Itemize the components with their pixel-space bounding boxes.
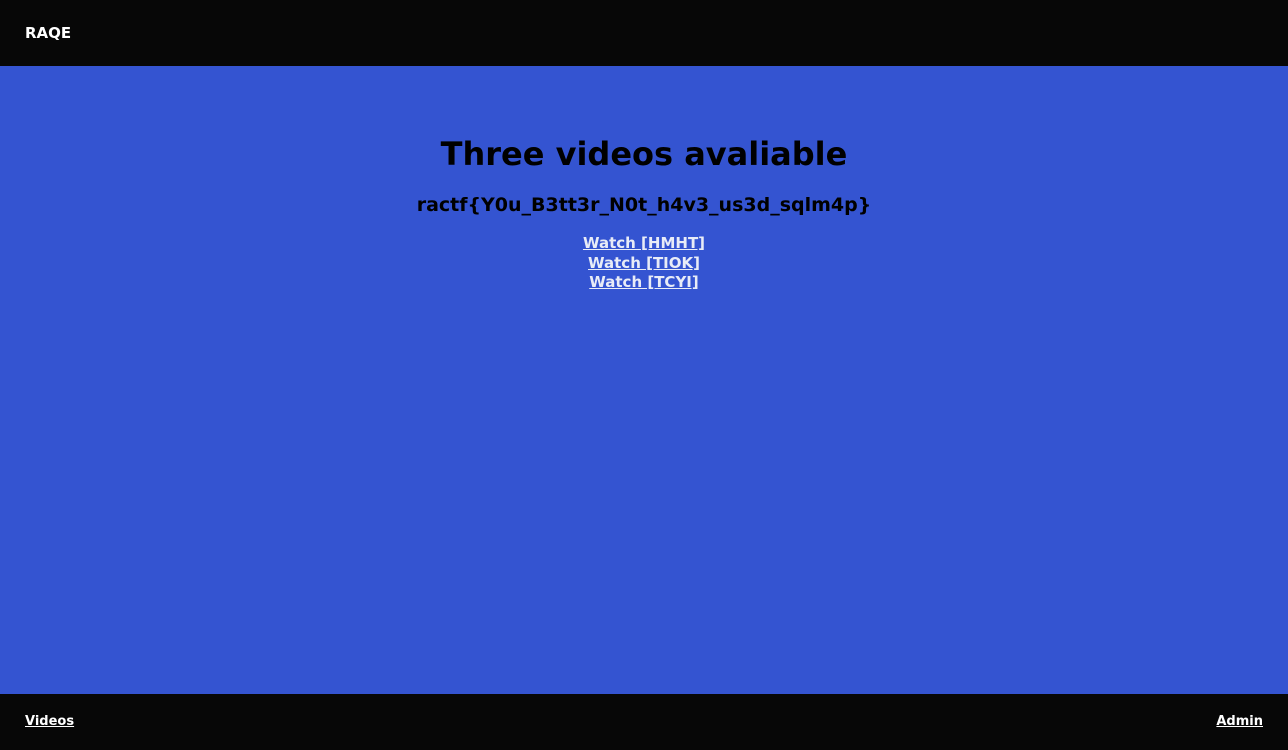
watch-link-hmht[interactable]: Watch [HMHT] bbox=[583, 234, 705, 252]
page: RAQE Three videos avaliable ractf{Y0u_B3… bbox=[0, 0, 1288, 750]
admin-link[interactable]: Admin bbox=[1216, 712, 1263, 732]
list-item: Watch [TCYI] bbox=[0, 272, 1288, 292]
footer: Videos Admin bbox=[0, 694, 1288, 750]
watch-link-tiok[interactable]: Watch [TIOK] bbox=[588, 254, 700, 272]
list-item: Watch [HMHT] bbox=[0, 233, 1288, 253]
page-title: Three videos avaliable bbox=[440, 135, 848, 173]
top-navbar: RAQE bbox=[0, 0, 1288, 66]
videos-link[interactable]: Videos bbox=[25, 712, 74, 732]
watch-link-tcyi[interactable]: Watch [TCYI] bbox=[589, 273, 699, 291]
flag-text: ractf{Y0u_B3tt3r_N0t_h4v3_us3d_sqlm4p} bbox=[416, 194, 872, 216]
main-content: Three videos avaliable ractf{Y0u_B3tt3r_… bbox=[0, 66, 1288, 694]
list-item: Watch [TIOK] bbox=[0, 253, 1288, 273]
brand-link[interactable]: RAQE bbox=[25, 23, 71, 43]
video-list: Watch [HMHT] Watch [TIOK] Watch [TCYI] bbox=[0, 233, 1288, 292]
